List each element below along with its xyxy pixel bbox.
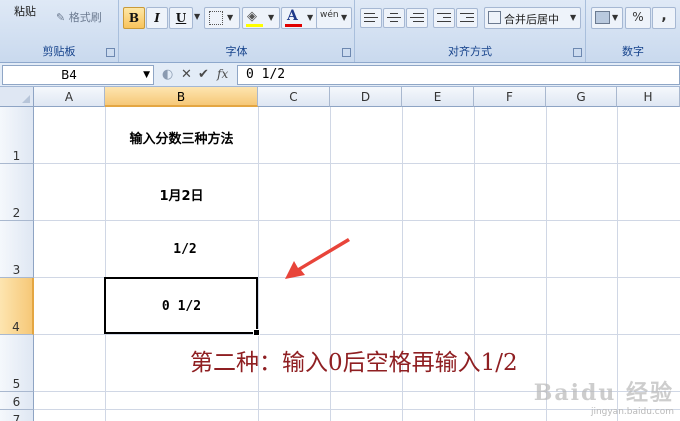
select-all-button[interactable] — [0, 87, 34, 107]
watermark-url: jingyan.baidu.com — [590, 407, 674, 417]
row-header-7[interactable]: 7 — [0, 410, 34, 421]
paint-bucket-icon: ◈ — [247, 9, 257, 24]
accounting-format-button[interactable]: ▼ — [591, 7, 623, 29]
number-group-label: 数字 — [622, 45, 644, 58]
cancel-icon[interactable]: ✕ — [181, 66, 192, 83]
paste-button[interactable]: 粘贴 — [14, 3, 36, 19]
row-header-4[interactable]: 4 — [0, 278, 34, 335]
cell-b2[interactable]: 1月2日 — [105, 185, 258, 204]
align-center-button[interactable] — [383, 8, 405, 28]
fill-dropdown-icon: ▼ — [268, 13, 275, 22]
font-color-button[interactable]: A ▼ — [281, 7, 319, 29]
border-dropdown-icon: ▼ — [227, 13, 234, 22]
row-header-1[interactable]: 1 — [0, 107, 34, 164]
alignment-group-label: 对齐方式 — [448, 45, 492, 58]
phonetic-button[interactable]: wén ▼ — [316, 7, 352, 29]
annotation-text: 第二种：输入0后空格再输入1/2 — [190, 350, 518, 376]
column-header-f[interactable]: F — [474, 87, 546, 107]
clipboard-group-label: 剪贴板 — [42, 45, 76, 58]
watermark: Baidu 经验 jingyan.baidu.com — [534, 375, 674, 417]
clipboard-launcher[interactable] — [106, 48, 115, 57]
fill-color-swatch — [246, 24, 263, 27]
row-header-6[interactable]: 6 — [0, 392, 34, 410]
watermark-logo: Baidu 经验 — [533, 380, 674, 406]
column-header-h[interactable]: H — [617, 87, 680, 107]
cell-b3[interactable]: 1/2 — [105, 242, 265, 257]
font-color-dropdown-icon: ▼ — [307, 13, 314, 22]
number-group: ▼ % , 数字 — [586, 0, 680, 62]
accounting-dropdown-icon: ▼ — [612, 13, 619, 22]
column-header-a[interactable]: A — [34, 87, 105, 107]
bold-button[interactable]: B — [123, 7, 145, 29]
ribbon: 粘贴 ✎ 格式刷 剪贴板 B I U ▼ ▼ ◈ ▼ A ▼ wén ▼ 字体 — [0, 0, 680, 63]
italic-button[interactable]: I — [146, 7, 168, 29]
name-box-value: B4 — [61, 68, 77, 82]
formula-input[interactable]: 0 1/2 — [237, 65, 680, 85]
currency-icon — [595, 11, 610, 24]
align-right-button[interactable] — [406, 8, 428, 28]
font-launcher[interactable] — [342, 48, 351, 57]
brush-icon: ✎ — [56, 11, 66, 24]
alignment-group: 合并后居中 ▼ 对齐方式 — [355, 0, 586, 62]
row-header-2[interactable]: 2 — [0, 164, 34, 221]
border-button[interactable]: ▼ — [204, 7, 240, 29]
phonetic-dropdown-icon: ▼ — [341, 13, 348, 22]
merge-center-button[interactable]: 合并后居中 ▼ — [484, 7, 581, 29]
annotation-arrow — [285, 238, 350, 279]
insert-function-icon[interactable]: fx — [217, 66, 228, 83]
spreadsheet-grid: A B C D E F G H 1 2 3 4 5 6 7 输入分数三种方法 1… — [0, 87, 680, 421]
format-painter-button[interactable]: ✎ 格式刷 — [56, 9, 102, 25]
underline-dropdown-icon[interactable]: ▼ — [194, 12, 200, 21]
alignment-launcher[interactable] — [573, 48, 582, 57]
merge-icon — [488, 11, 501, 24]
percent-button[interactable]: % — [625, 7, 651, 29]
expand-handle-icon[interactable]: ◐ — [162, 66, 173, 83]
underline-button[interactable]: U — [169, 7, 193, 29]
merge-dropdown-icon: ▼ — [570, 13, 577, 22]
row-header-3[interactable]: 3 — [0, 221, 34, 278]
border-icon — [209, 11, 223, 25]
cell-b1[interactable]: 输入分数三种方法 — [105, 128, 258, 147]
merge-center-label: 合并后居中 — [504, 13, 559, 26]
decrease-indent-button[interactable] — [433, 8, 455, 28]
increase-indent-button[interactable] — [456, 8, 478, 28]
font-color-swatch — [285, 24, 302, 27]
active-cell-border — [104, 277, 260, 336]
column-header-d[interactable]: D — [330, 87, 402, 107]
name-box[interactable]: B4 ▼ — [2, 65, 154, 85]
row-header-5[interactable]: 5 — [0, 335, 34, 392]
enter-check-icon[interactable]: ✔ — [198, 66, 209, 83]
column-header-c[interactable]: C — [258, 87, 330, 107]
phonetic-glyph: wén — [320, 10, 339, 20]
clipboard-group: 粘贴 ✎ 格式刷 剪贴板 — [0, 0, 119, 62]
column-header-e[interactable]: E — [402, 87, 474, 107]
align-left-button[interactable] — [360, 8, 382, 28]
fill-color-button[interactable]: ◈ ▼ — [242, 7, 280, 29]
comma-button[interactable]: , — [652, 7, 676, 29]
font-group: B I U ▼ ▼ ◈ ▼ A ▼ wén ▼ 字体 — [119, 0, 355, 62]
column-header-g[interactable]: G — [546, 87, 617, 107]
font-color-glyph: A — [287, 8, 298, 24]
formula-bar: B4 ▼ ◐ ✕ ✔ fx 0 1/2 — [0, 63, 680, 87]
font-group-label: 字体 — [225, 45, 248, 58]
name-box-dropdown-icon[interactable]: ▼ — [143, 70, 150, 80]
fill-handle[interactable] — [253, 329, 260, 336]
column-header-b[interactable]: B — [105, 87, 258, 107]
